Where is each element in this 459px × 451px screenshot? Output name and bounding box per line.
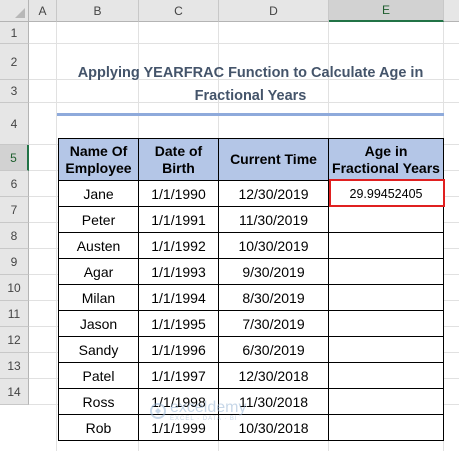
column-header-e[interactable]: E: [329, 0, 444, 22]
current-time-cell[interactable]: 9/30/2019: [218, 258, 329, 285]
name-cell[interactable]: Austen: [58, 232, 139, 259]
table-row: Agar 1/1/1993 9/30/2019: [58, 258, 444, 285]
row-header-4[interactable]: 4: [0, 103, 29, 145]
column-header-d[interactable]: D: [219, 0, 329, 22]
row-header-11[interactable]: 11: [0, 301, 29, 327]
table-row: Ross 1/1/1998 11/30/2018: [58, 388, 444, 415]
exceldemy-watermark: exceldemy EXCEL · DATA · BI: [150, 400, 246, 422]
current-time-cell[interactable]: 7/30/2019: [218, 310, 329, 337]
name-cell[interactable]: Sandy: [58, 336, 139, 363]
name-cell[interactable]: Patel: [58, 362, 139, 389]
dob-cell[interactable]: 1/1/1997: [138, 362, 219, 389]
dob-cell[interactable]: 1/1/1994: [138, 284, 219, 311]
sheet-title-line2: Fractional Years: [194, 88, 307, 104]
current-time-cell[interactable]: 12/30/2018: [218, 362, 329, 389]
age-cell[interactable]: [328, 362, 444, 389]
row-header-5[interactable]: 5: [0, 145, 29, 171]
row-header-10[interactable]: 10: [0, 275, 29, 301]
table-row: Patel 1/1/1997 12/30/2018: [58, 362, 444, 389]
age-cell[interactable]: [328, 310, 444, 337]
column-header-b[interactable]: B: [57, 0, 139, 22]
header-age-line2: Fractional Years: [332, 159, 440, 176]
age-cell[interactable]: [328, 414, 444, 441]
name-cell[interactable]: Milan: [58, 284, 139, 311]
header-age-line1: Age in: [364, 142, 408, 159]
column-header-c[interactable]: C: [139, 0, 219, 22]
column-header-a[interactable]: A: [29, 0, 57, 22]
row-header-6[interactable]: 6: [0, 171, 29, 197]
age-cell[interactable]: [328, 336, 444, 363]
name-cell[interactable]: Jason: [58, 310, 139, 337]
table-row: Sandy 1/1/1996 6/30/2019: [58, 336, 444, 363]
sheet-title: Applying YEARFRAC Function to Calculate …: [57, 60, 444, 110]
header-name-line2: Employee: [65, 159, 132, 176]
sheet-title-line1: Applying YEARFRAC Function to Calculate …: [77, 65, 424, 81]
table-row: Austen 1/1/1992 10/30/2019: [58, 232, 444, 259]
header-dob-line1: Date of: [154, 142, 203, 159]
row-header-3[interactable]: 3: [0, 80, 29, 103]
watermark-brand: exceldemy: [170, 399, 247, 416]
dob-cell[interactable]: 1/1/1996: [138, 336, 219, 363]
title-underline: [57, 113, 444, 116]
select-all-corner[interactable]: [0, 0, 29, 22]
current-time-cell[interactable]: 12/30/2019: [218, 180, 329, 207]
header-current-line1: Current Time: [230, 151, 317, 167]
watermark-tagline: EXCEL · DATA · BI: [170, 416, 238, 422]
row-header-9[interactable]: 9: [0, 249, 29, 275]
exceldemy-logo-icon: [150, 403, 166, 419]
name-cell[interactable]: Rob: [58, 414, 139, 441]
row-header-1[interactable]: 1: [0, 22, 29, 44]
dob-cell[interactable]: 1/1/1990: [138, 180, 219, 207]
row-header-8[interactable]: 8: [0, 223, 29, 249]
row-header-13[interactable]: 13: [0, 353, 29, 379]
dob-cell[interactable]: 1/1/1993: [138, 258, 219, 285]
dob-cell[interactable]: 1/1/1991: [138, 206, 219, 233]
header-date-of-birth[interactable]: Date of Birth: [138, 138, 219, 181]
table-row: Peter 1/1/1991 11/30/2019: [58, 206, 444, 233]
select-all-triangle-icon: [15, 8, 25, 18]
column-header-next[interactable]: [444, 0, 459, 22]
age-cell[interactable]: [328, 388, 444, 415]
name-cell[interactable]: Peter: [58, 206, 139, 233]
current-time-cell[interactable]: 8/30/2019: [218, 284, 329, 311]
table-row: Rob 1/1/1999 10/30/2018: [58, 414, 444, 441]
row-header-2[interactable]: 2: [0, 44, 29, 80]
table-row: Milan 1/1/1994 8/30/2019: [58, 284, 444, 311]
dob-cell[interactable]: 1/1/1992: [138, 232, 219, 259]
current-time-cell[interactable]: 10/30/2019: [218, 232, 329, 259]
name-cell[interactable]: Ross: [58, 388, 139, 415]
age-cell[interactable]: [328, 206, 444, 233]
header-dob-line2: Birth: [162, 159, 195, 176]
row-header-12[interactable]: 12: [0, 327, 29, 353]
header-name-line1: Name Of: [69, 142, 128, 159]
age-cell[interactable]: [328, 284, 444, 311]
row-header-7[interactable]: 7: [0, 197, 29, 223]
age-cell[interactable]: [328, 232, 444, 259]
active-cell-e5[interactable]: [329, 179, 445, 207]
header-age-in-fractional-years[interactable]: Age in Fractional Years: [328, 138, 444, 181]
header-name-of-employee[interactable]: Name Of Employee: [58, 138, 139, 181]
age-cell[interactable]: [328, 258, 444, 285]
header-current-time[interactable]: Current Time: [218, 138, 329, 181]
row-header-14[interactable]: 14: [0, 379, 29, 405]
name-cell[interactable]: Jane: [58, 180, 139, 207]
gridline-row-1: [29, 43, 459, 44]
current-time-cell[interactable]: 6/30/2019: [218, 336, 329, 363]
dob-cell[interactable]: 1/1/1995: [138, 310, 219, 337]
name-cell[interactable]: Agar: [58, 258, 139, 285]
current-time-cell[interactable]: 11/30/2019: [218, 206, 329, 233]
table-row: Jason 1/1/1995 7/30/2019: [58, 310, 444, 337]
